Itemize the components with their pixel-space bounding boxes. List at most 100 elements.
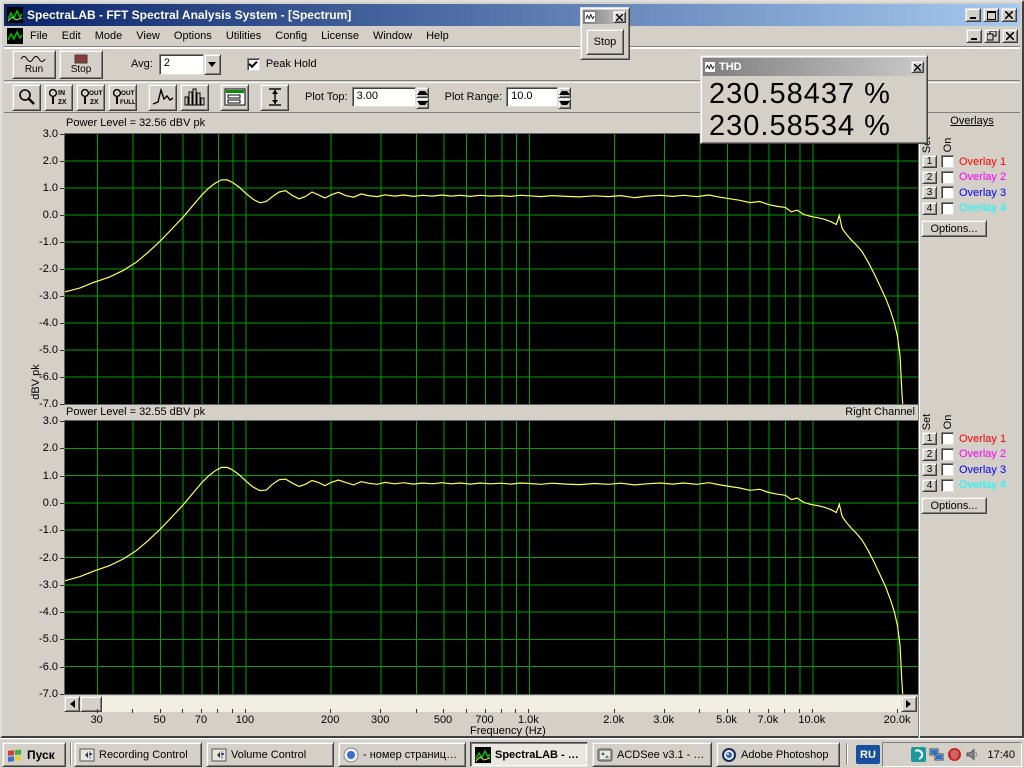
app-icon — [7, 7, 23, 23]
avg-label: Avg: — [131, 58, 153, 70]
y-tick-label: -1.0 — [20, 524, 58, 536]
spin-down-icon[interactable] — [558, 98, 571, 109]
overlay-set-button-4[interactable]: 4 — [922, 479, 937, 492]
stop-toolbar-titlebar[interactable] — [583, 10, 627, 24]
overlay-set-button-3[interactable]: 3 — [922, 463, 937, 476]
x-tick-label: 20.0k — [884, 714, 911, 726]
mdi-close-button[interactable] — [1002, 29, 1018, 43]
overlay-on-checkbox-2[interactable] — [941, 448, 954, 461]
y-tick-mark — [60, 448, 64, 449]
x-tick-mark — [528, 709, 529, 713]
overlay-options-button[interactable]: Options... — [921, 220, 987, 237]
plot-top-spinner[interactable] — [416, 87, 429, 108]
mdi-minimize-button[interactable] — [966, 29, 982, 43]
spin-up-icon[interactable] — [558, 87, 571, 98]
avg-dropdown-button[interactable] — [204, 54, 221, 75]
bar-plot-mode-button[interactable] — [180, 84, 209, 111]
stop-button[interactable]: Stop — [59, 50, 103, 79]
menu-view[interactable]: View — [129, 27, 167, 45]
volume-icon[interactable] — [965, 747, 980, 762]
arrow-left-icon — [66, 700, 75, 708]
menu-file[interactable]: File — [23, 27, 55, 45]
start-button[interactable]: Пуск — [2, 742, 66, 767]
output-scale-full-button[interactable]: OUT FULL — [108, 84, 137, 111]
y-tick-mark — [60, 558, 64, 559]
thd-titlebar[interactable]: THD — [703, 58, 925, 76]
overlay-row: 4Overlay 4 — [922, 478, 1006, 493]
title-bar[interactable]: SpectraLAB - FFT Spectral Analysis Syste… — [4, 4, 1020, 26]
antivirus-icon[interactable] — [947, 747, 962, 762]
menu-config[interactable]: Config — [268, 27, 314, 45]
overlay-set-button-2[interactable]: 2 — [922, 448, 937, 461]
taskbar-button-5[interactable]: ACDSee v3.1 - Св... — [592, 742, 712, 767]
overlay-set-button-3[interactable]: 3 — [922, 186, 937, 199]
menu-mode[interactable]: Mode — [88, 27, 130, 45]
plot-range-input[interactable]: 10.0 — [506, 87, 558, 107]
floating-stop-toolbar[interactable]: Stop — [580, 7, 630, 60]
window-title: SpectraLAB - FFT Spectral Analysis Syste… — [27, 8, 963, 22]
x-tick-mark — [97, 709, 98, 713]
x-tick-mark — [443, 709, 444, 713]
mdi-child-icon[interactable] — [7, 28, 23, 44]
overlay-options-button[interactable]: Options... — [921, 497, 987, 514]
browser-icon — [343, 747, 359, 763]
overlay-set-button-4[interactable]: 4 — [922, 202, 937, 215]
taskbar: Пуск Recording Control Volume Control - но… — [0, 738, 1024, 768]
spin-down-icon[interactable] — [416, 98, 429, 109]
spectrum-plot-right-channel[interactable] — [64, 420, 919, 695]
overlay-set-button-2[interactable]: 2 — [922, 171, 937, 184]
zoom-tool-button[interactable] — [12, 84, 41, 111]
overlay-on-checkbox-4[interactable] — [941, 479, 954, 492]
taskbar-button-3[interactable]: - номер страницы... — [338, 742, 466, 767]
overlay-on-checkbox-4[interactable] — [941, 202, 954, 215]
language-indicator[interactable]: RU — [856, 745, 880, 764]
spin-up-icon[interactable] — [416, 87, 429, 98]
download-manager-icon[interactable] — [911, 747, 926, 762]
spectrum-plot-left-channel[interactable] — [64, 133, 919, 405]
overlay-label: Overlay 2 — [959, 171, 1006, 183]
overlay-row: 4Overlay 4 — [922, 201, 1006, 216]
overlay-on-checkbox-3[interactable] — [941, 463, 954, 476]
mic-in-2x-icon: IN 2X — [47, 87, 71, 107]
close-icon[interactable] — [911, 61, 924, 73]
mdi-restore-button[interactable] — [984, 29, 1000, 43]
overlay-on-checkbox-1[interactable] — [941, 432, 954, 445]
maximize-button[interactable] — [983, 8, 999, 22]
run-button[interactable]: Run — [12, 50, 56, 79]
overlay-on-checkbox-2[interactable] — [941, 171, 954, 184]
taskbar-button-6[interactable]: Adobe Photoshop — [716, 742, 840, 767]
input-scale-2x-button[interactable]: IN 2X — [44, 84, 73, 111]
taskbar-button-4[interactable]: SpectraLAB - FF... — [470, 742, 588, 767]
line-plot-mode-button[interactable] — [148, 84, 177, 111]
plot-range-spinner[interactable] — [558, 87, 571, 108]
taskbar-separator — [846, 743, 848, 765]
y-tick-mark — [60, 503, 64, 504]
overlay-set-button-1[interactable]: 1 — [922, 432, 937, 445]
network-icon[interactable] — [929, 747, 944, 762]
menu-license[interactable]: License — [314, 27, 366, 45]
close-icon[interactable] — [613, 11, 626, 23]
overlay-on-checkbox-1[interactable] — [941, 155, 954, 168]
menu-bar: FileEditModeViewOptionsUtilitiesConfigLi… — [4, 26, 1020, 47]
svg-text:OUT: OUT — [121, 90, 135, 97]
taskbar-button-1[interactable]: Recording Control — [74, 742, 202, 767]
floating-stop-button[interactable]: Stop — [586, 29, 624, 55]
taskbar-button-2[interactable]: Volume Control — [206, 742, 334, 767]
display-options-button[interactable] — [220, 84, 249, 111]
close-button[interactable] — [1001, 8, 1017, 22]
menu-edit[interactable]: Edit — [55, 27, 88, 45]
plot-range-tool-button[interactable] — [260, 84, 289, 111]
menu-options[interactable]: Options — [167, 27, 219, 45]
plot-top-input[interactable]: 3.00 — [352, 87, 416, 107]
avg-combobox[interactable]: 2 — [159, 54, 221, 75]
peak-hold-checkbox[interactable] — [247, 58, 260, 71]
menu-window[interactable]: Window — [366, 27, 419, 45]
thd-window[interactable]: THD 230.58437 % 230.58534 % — [700, 55, 928, 144]
output-scale-2x-button[interactable]: OUT 2X — [76, 84, 105, 111]
overlay-on-checkbox-3[interactable] — [941, 186, 954, 199]
taskbar-button-label: Volume Control — [231, 749, 306, 761]
minimize-button[interactable] — [965, 8, 981, 22]
overlay-set-button-1[interactable]: 1 — [922, 155, 937, 168]
menu-help[interactable]: Help — [419, 27, 456, 45]
menu-utilities[interactable]: Utilities — [219, 27, 268, 45]
